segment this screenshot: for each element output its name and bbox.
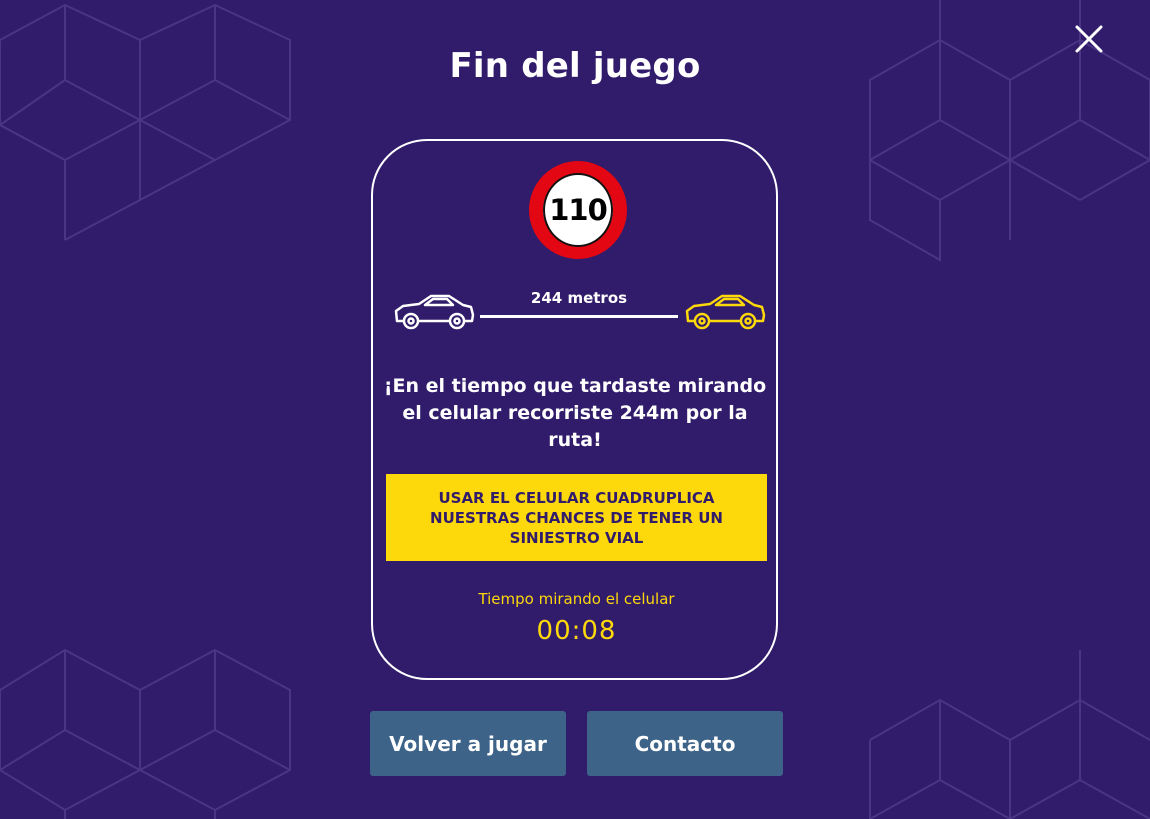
- page-title: Fin del juego: [449, 46, 701, 86]
- game-over-screen: Fin del juego 110 244 metros ¡En el tiem…: [0, 0, 1150, 819]
- timer-label: Tiempo mirando el celular: [478, 590, 675, 608]
- distance-label: 244 metros: [530, 289, 628, 307]
- car-outline-white-icon: [394, 294, 475, 330]
- speed-limit-value: 110: [543, 173, 613, 247]
- car-outline-yellow-icon: [685, 294, 766, 330]
- contact-button[interactable]: Contacto: [587, 711, 783, 776]
- warning-banner: USAR EL CELULAR CUADRUPLICA NUESTRAS CHA…: [386, 474, 767, 561]
- distance-line: [480, 315, 678, 318]
- close-icon[interactable]: [1066, 16, 1112, 62]
- timer-value: 00:08: [536, 616, 617, 646]
- result-card: 110 244 metros ¡En el tiempo que tardast…: [371, 139, 778, 680]
- replay-button[interactable]: Volver a jugar: [370, 711, 566, 776]
- speed-limit-sign: 110: [529, 161, 627, 259]
- result-message: ¡En el tiempo que tardaste mirando el ce…: [383, 375, 767, 451]
